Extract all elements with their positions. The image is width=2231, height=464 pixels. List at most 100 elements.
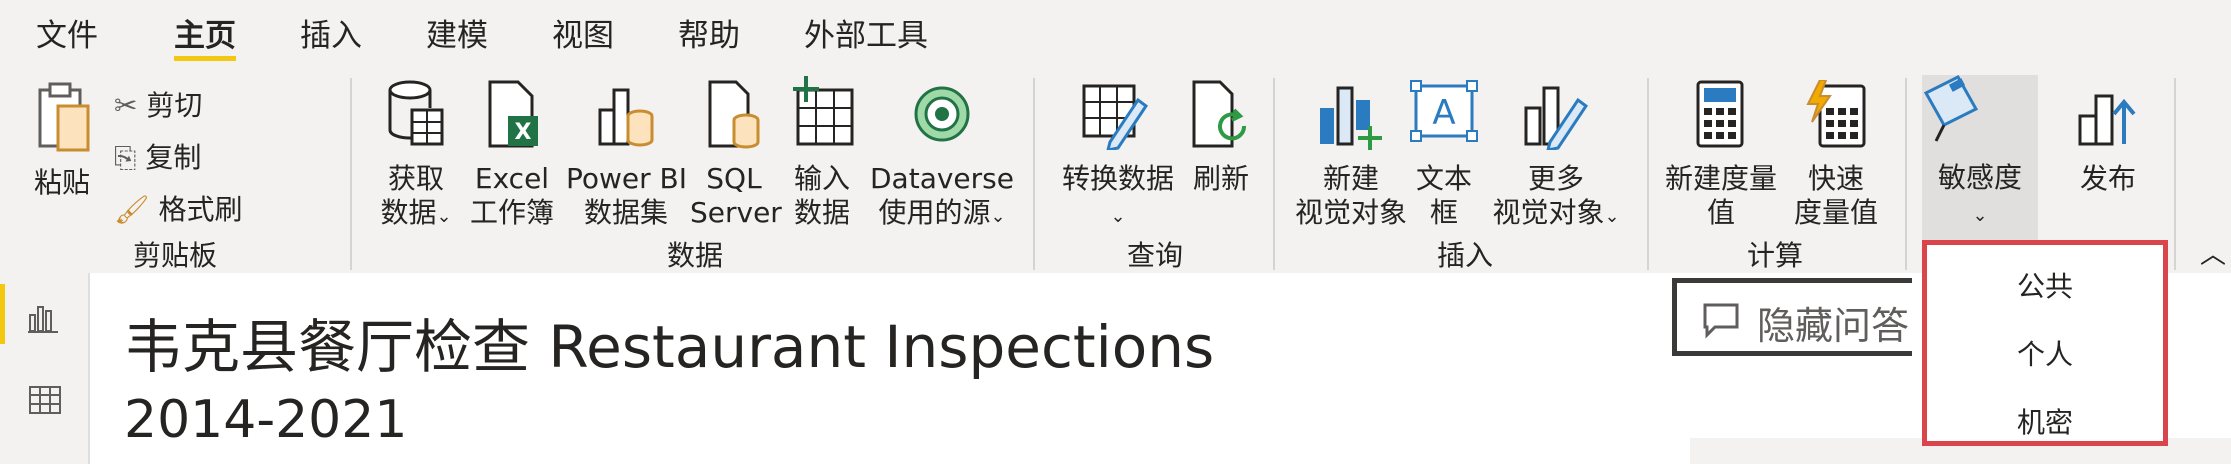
text-box-label-1: 文本 [1415, 162, 1472, 195]
collapse-ribbon-icon[interactable]: ︿ [2200, 234, 2226, 271]
new-measure-button[interactable]: 新建度量 值 [1662, 76, 1780, 229]
text-box-button[interactable]: A 文本 框 [1406, 76, 1482, 229]
new-visual-button[interactable]: 新建 视觉对象 [1290, 76, 1412, 229]
chevron-down-icon: ⌄ [1972, 205, 1988, 226]
more-visuals-icon [1524, 86, 1589, 150]
svg-text:A: A [1432, 93, 1455, 133]
more-visuals-label-1: 更多 [1527, 162, 1584, 195]
tab-help[interactable]: 帮助 [678, 10, 740, 55]
sql-label-1: SQL [706, 162, 762, 195]
more-visuals-label-2: 视觉对象 [1492, 196, 1605, 229]
scissors-icon: ✂ [114, 89, 138, 122]
get-data-button[interactable]: 获取 数据⌄ [364, 76, 468, 229]
chevron-down-icon: ⌄ [436, 206, 452, 227]
more-visuals-button[interactable]: 更多 视觉对象⌄ [1486, 76, 1626, 229]
publish-button[interactable]: 发布 [2062, 76, 2154, 226]
database-table-icon [388, 80, 444, 146]
sensitivity-label-icon [1923, 75, 1979, 142]
sensitivity-dropdown: 公共 个人 机密 [1922, 240, 2168, 446]
transform-data-label: 转换数据 [1061, 162, 1174, 195]
paste-button[interactable]: 粘贴 [20, 80, 104, 220]
report-view-icon[interactable] [28, 303, 60, 333]
dataset-icon [598, 88, 654, 147]
publish-icon [2078, 94, 2136, 146]
tab-home-label: 主页 [174, 18, 236, 54]
enter-data-label-2: 数据 [793, 196, 850, 229]
hide-qa-label: 隐藏问答 [1757, 304, 1910, 348]
ribbon-divider [1647, 78, 1649, 270]
svg-text:X: X [515, 120, 532, 145]
copy-button[interactable]: ⎘ 复制 [114, 136, 201, 176]
ribbon-divider [1905, 78, 1907, 270]
refresh-label: 刷新 [1192, 162, 1249, 195]
tab-insert[interactable]: 插入 [300, 10, 362, 55]
powerbi-label-2: 数据集 [583, 196, 668, 229]
report-subtitle: 2014-2021 [124, 390, 408, 450]
enter-data-button[interactable]: 输入 数据 [782, 76, 862, 229]
sql-label-2: Server [690, 196, 782, 229]
copy-icon: ⎘ [114, 141, 137, 174]
format-painter-button[interactable]: 🖌 格式刷 [114, 188, 242, 228]
more-visuals-label: 视觉对象⌄ [1486, 196, 1626, 234]
hide-qa-button[interactable]: 隐藏问答 [1672, 278, 1912, 356]
new-visual-label-1: 新建 [1322, 162, 1379, 195]
tab-home[interactable]: 主页 [174, 10, 236, 61]
chevron-down-icon: ⌄ [1110, 206, 1126, 227]
quick-measure-button[interactable]: 快速 度量值 [1788, 76, 1884, 229]
chevron-down-icon: ⌄ [990, 206, 1006, 227]
enter-data-table-icon [793, 76, 854, 146]
new-visual-icon [1320, 86, 1382, 150]
tab-view[interactable]: 视图 [552, 10, 614, 55]
dataverse-label: 使用的源⌄ [868, 196, 1016, 234]
cut-label: 剪切 [146, 89, 203, 122]
paintbrush-icon: 🖌 [114, 193, 150, 226]
sensitivity-option-public[interactable]: 公共 [1927, 265, 2163, 305]
sensitivity-option-confidential[interactable]: 机密 [1927, 401, 2163, 441]
view-switcher [0, 273, 90, 464]
ribbon-divider [350, 78, 352, 270]
refresh-button[interactable]: 刷新 [1186, 76, 1256, 226]
paste-label: 粘贴 [33, 166, 90, 199]
refresh-icon [1192, 80, 1247, 148]
dataverse-label-2: 使用的源 [878, 196, 991, 229]
active-view-indicator [0, 284, 5, 344]
powerbi-dataset-button[interactable]: Power BI 数据集 [566, 76, 688, 229]
text-box-icon: A [1410, 80, 1478, 142]
sql-server-button[interactable]: SQL Server [690, 76, 782, 229]
tab-active-indicator [174, 56, 236, 61]
excel-icon: X [488, 80, 538, 148]
ribbon-divider [1273, 78, 1275, 270]
cut-button[interactable]: ✂ 剪切 [114, 84, 202, 124]
format-painter-label: 格式刷 [158, 193, 243, 226]
transform-data-button[interactable]: 转换数据 ⌄ [1048, 76, 1188, 227]
insert-group-label: 插入 [1436, 239, 1493, 272]
tab-modeling[interactable]: 建模 [426, 10, 488, 55]
get-data-label: 数据⌄ [364, 196, 468, 234]
excel-workbook-button[interactable]: X Excel 工作簿 [470, 76, 554, 229]
sensitivity-option-personal[interactable]: 个人 [1927, 333, 2163, 373]
speech-bubble-icon [1703, 303, 1739, 339]
transform-data-icon [1082, 84, 1149, 150]
tab-external-tools[interactable]: 外部工具 [804, 10, 928, 55]
copy-label: 复制 [145, 141, 202, 174]
dataverse-button[interactable]: Dataverse 使用的源⌄ [868, 76, 1016, 229]
paste-icon [38, 82, 90, 152]
enter-data-label-1: 输入 [793, 162, 850, 195]
sql-server-icon [708, 80, 760, 149]
excel-label-1: Excel [474, 162, 550, 195]
tab-file[interactable]: 文件 [36, 10, 98, 55]
quick-measure-label-2: 度量值 [1793, 196, 1878, 229]
calc-group-label: 计算 [1746, 239, 1803, 272]
quick-measure-label-1: 快速 [1807, 162, 1864, 195]
data-view-icon[interactable] [28, 385, 62, 415]
get-data-label-2: 数据 [380, 196, 437, 229]
query-group-label: 查询 [1126, 239, 1183, 272]
new-measure-label-1: 新建度量 [1664, 162, 1777, 195]
ribbon: 粘贴 ✂ 剪切 ⎘ 复制 🖌 格式刷 剪贴板 获取 数据⌄ X Excel 工作… [0, 66, 2231, 273]
new-visual-label-2: 视觉对象 [1294, 196, 1407, 229]
clipboard-group-label: 剪贴板 [132, 239, 217, 272]
powerbi-label-1: Power BI [566, 162, 688, 195]
data-group-label: 数据 [666, 239, 723, 272]
get-data-label-1: 获取 [387, 162, 444, 195]
report-title: 韦克县餐厅检查 Restaurant Inspections [124, 313, 1215, 381]
